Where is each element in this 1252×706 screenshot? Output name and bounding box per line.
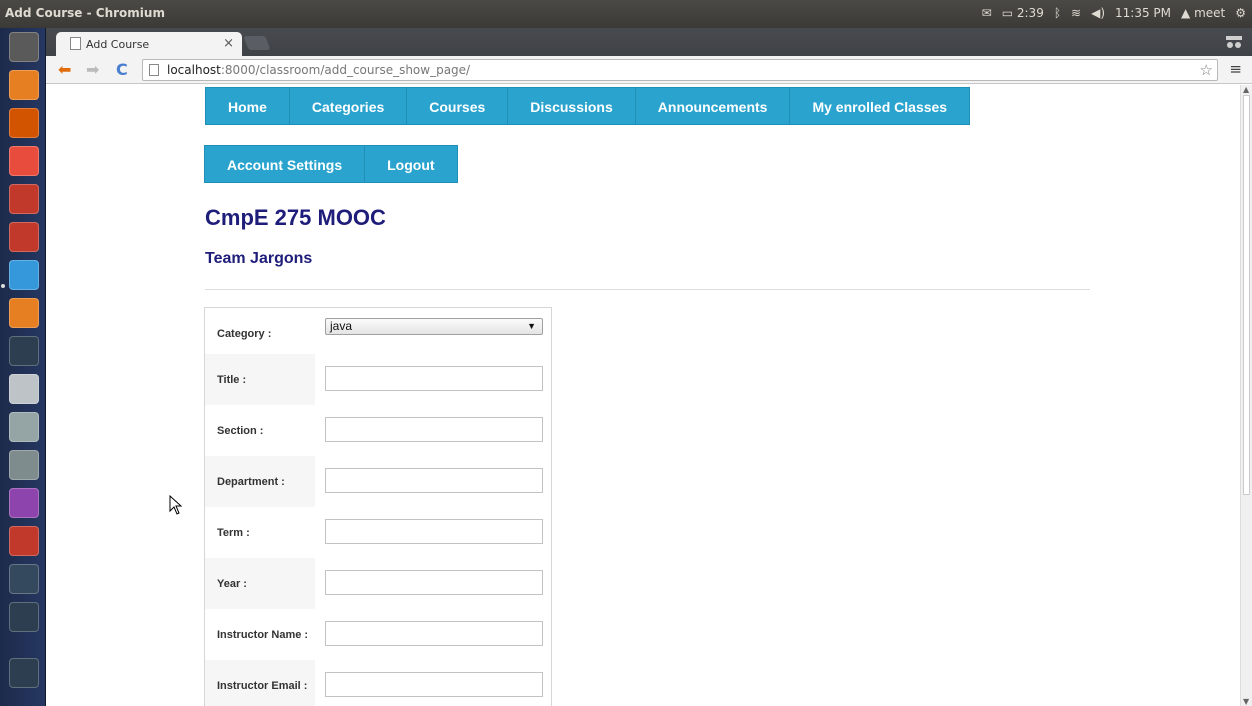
form-row-category: Category : java ▼	[205, 308, 551, 359]
browser-tab[interactable]: Add Course ×	[56, 32, 242, 56]
mouse-cursor-icon	[169, 495, 183, 515]
form-row-term: Term :	[205, 507, 551, 558]
nav-categories[interactable]: Categories	[290, 88, 408, 124]
forward-arrow-icon[interactable]: ➡	[86, 60, 99, 79]
section-label: Section :	[217, 425, 264, 437]
add-course-form: Category : java ▼ Title : Section : Depa…	[204, 307, 552, 706]
bluetooth-icon[interactable]: ᛒ	[1054, 6, 1061, 20]
window-app-icon[interactable]	[9, 564, 39, 594]
site-subtitle: Team Jargons	[205, 250, 313, 267]
panel-indicators: ✉ ▭ 2:39 ᛒ ≋ ◀) 11:35 PM ▲ meet ⚙	[982, 6, 1246, 20]
trash-icon[interactable]	[9, 658, 39, 688]
database-icon[interactable]	[9, 450, 39, 480]
year-label: Year :	[205, 558, 315, 609]
settings-icon[interactable]	[9, 222, 39, 252]
os-top-panel: Add Course - Chromium ✉ ▭ 2:39 ᛒ ≋ ◀) 11…	[0, 0, 1252, 28]
ubuntu-one-icon[interactable]	[9, 184, 39, 214]
address-bar[interactable]: localhost:8000/classroom/add_course_show…	[142, 59, 1218, 81]
form-row-title: Title :	[205, 354, 551, 405]
title-label: Title :	[205, 354, 315, 405]
chromium-icon[interactable]	[9, 260, 39, 290]
term-label: Term :	[217, 527, 250, 539]
form-row-instructor-name: Instructor Name :	[205, 609, 551, 660]
incognito-icon	[1226, 36, 1242, 48]
nav-announcements[interactable]: Announcements	[636, 88, 791, 124]
scroll-up-icon[interactable]: ▲	[1243, 85, 1249, 94]
category-label: Category :	[217, 328, 272, 340]
instructor-name-label: Instructor Name :	[217, 629, 309, 641]
window-title: Add Course - Chromium	[5, 6, 165, 20]
form-row-instructor-email: Instructor Email :	[205, 660, 551, 706]
software-center-icon[interactable]	[9, 146, 39, 176]
page-scrollbar[interactable]: ▲ ▼	[1240, 85, 1252, 706]
nav-discussions[interactable]: Discussions	[508, 88, 636, 124]
user-name: meet	[1194, 6, 1226, 20]
help-icon[interactable]	[9, 412, 39, 442]
dash-icon[interactable]	[9, 32, 39, 62]
nav-account-settings[interactable]: Account Settings	[205, 146, 366, 182]
nav-courses[interactable]: Courses	[407, 88, 509, 124]
secondary-nav: Account Settings Logout	[204, 145, 458, 183]
url-host: localhost	[167, 63, 221, 77]
workspace-switcher-icon[interactable]	[9, 488, 39, 518]
section-input[interactable]	[325, 417, 543, 442]
instructor-name-input[interactable]	[325, 621, 543, 646]
year-input[interactable]	[325, 570, 543, 595]
wine-icon[interactable]	[9, 526, 39, 556]
usb-drive-icon[interactable]	[9, 602, 39, 632]
reload-icon[interactable]: C	[116, 60, 128, 79]
scroll-down-icon[interactable]: ▼	[1243, 697, 1249, 706]
department-input[interactable]	[325, 468, 543, 493]
volume-icon[interactable]: ◀)	[1091, 6, 1105, 20]
tab-title: Add Course	[86, 38, 150, 51]
form-row-year: Year :	[205, 558, 551, 609]
nav-home[interactable]: Home	[206, 88, 290, 124]
url-path: :8000/classroom/add_course_show_page/	[220, 63, 471, 77]
dropdown-arrow-icon: ▼	[527, 321, 536, 331]
files-icon[interactable]	[9, 70, 39, 100]
vlc-icon[interactable]	[9, 298, 39, 328]
term-input[interactable]	[325, 519, 543, 544]
wifi-icon[interactable]: ≋	[1071, 6, 1081, 20]
close-tab-icon[interactable]: ×	[223, 36, 234, 51]
scrollbar-thumb[interactable]	[1243, 95, 1250, 495]
battery-icon[interactable]: ▭ 2:39	[1002, 6, 1044, 20]
browser-tab-strip: Add Course ×	[46, 28, 1252, 56]
unity-launcher	[0, 28, 46, 706]
browser-toolbar: ⬅ ➡ C localhost:8000/classroom/add_cours…	[46, 56, 1252, 84]
back-arrow-icon[interactable]: ⬅	[58, 60, 71, 79]
title-input[interactable]	[325, 366, 543, 391]
terminal-icon[interactable]	[9, 336, 39, 366]
category-value: java	[330, 319, 353, 333]
form-row-section: Section :	[205, 405, 551, 456]
firefox-icon[interactable]	[9, 108, 39, 138]
form-row-department: Department :	[205, 456, 551, 507]
browser-menu-icon[interactable]: ≡	[1229, 60, 1242, 78]
site-title: CmpE 275 MOOC	[205, 205, 386, 230]
nav-logout[interactable]: Logout	[365, 146, 456, 182]
clock[interactable]: 11:35 PM	[1115, 6, 1171, 20]
new-tab-button[interactable]	[243, 36, 271, 50]
url-text: localhost:8000/classroom/add_course_show…	[167, 63, 470, 77]
text-editor-icon[interactable]	[9, 374, 39, 404]
battery-time: 2:39	[1016, 6, 1044, 20]
nav-enrolled-classes[interactable]: My enrolled Classes	[790, 88, 969, 124]
instructor-email-label: Instructor Email :	[205, 660, 315, 706]
mail-icon[interactable]: ✉	[982, 6, 992, 20]
bookmark-star-icon[interactable]: ☆	[1200, 61, 1213, 79]
session-gear-icon[interactable]: ⚙	[1235, 6, 1246, 20]
category-select[interactable]: java ▼	[325, 318, 543, 335]
user-menu[interactable]: ▲ meet	[1181, 6, 1225, 20]
page-icon	[70, 37, 81, 50]
primary-nav: Home Categories Courses Discussions Anno…	[205, 87, 971, 125]
page-content: Home Categories Courses Discussions Anno…	[46, 85, 1240, 706]
page-info-icon[interactable]	[149, 64, 159, 76]
running-indicator	[1, 284, 5, 288]
department-label: Department :	[205, 456, 315, 507]
divider	[205, 289, 1090, 290]
instructor-email-input[interactable]	[325, 672, 543, 697]
